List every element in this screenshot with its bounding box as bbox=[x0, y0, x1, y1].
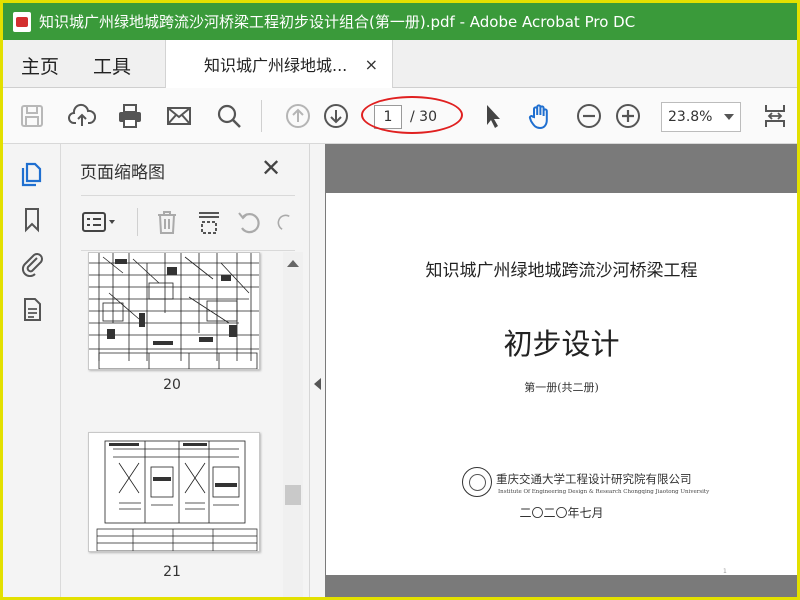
tab-document[interactable]: 知识城广州绿地城... × bbox=[165, 40, 393, 88]
panel-splitter[interactable] bbox=[309, 144, 325, 597]
prev-page-button[interactable] bbox=[283, 101, 313, 131]
rotate-ccw-icon[interactable] bbox=[235, 207, 263, 237]
zoom-out-icon[interactable] bbox=[574, 101, 604, 131]
document-project-name: 知识城广州绿地城跨流沙河桥梁工程 bbox=[425, 261, 698, 281]
mail-icon[interactable] bbox=[164, 101, 194, 131]
tab-home[interactable]: 主页 bbox=[21, 52, 59, 79]
document-page: 知识城广州绿地城跨流沙河桥梁工程 初步设计 第一册(共二册) 重庆交通大学工程设… bbox=[326, 193, 797, 575]
thumbnail-toolbar bbox=[81, 195, 295, 251]
page-thumbnail-20[interactable] bbox=[88, 252, 260, 370]
scrollbar-thumb[interactable] bbox=[285, 485, 301, 505]
tab-tools[interactable]: 工具 bbox=[93, 52, 131, 79]
zoom-in-icon[interactable] bbox=[613, 101, 643, 131]
red-annotation-ellipse bbox=[361, 96, 463, 134]
hand-icon[interactable] bbox=[525, 101, 555, 131]
attachment-icon[interactable] bbox=[17, 248, 47, 278]
chevron-down-icon bbox=[724, 114, 734, 120]
panel-separator bbox=[137, 208, 138, 236]
toolbar-separator bbox=[261, 100, 262, 132]
thumbnail-list: 20 21 bbox=[61, 252, 283, 597]
page-thumbnails-icon[interactable] bbox=[17, 158, 47, 188]
rotate-cw-icon[interactable] bbox=[275, 207, 295, 237]
delete-icon[interactable] bbox=[153, 207, 181, 237]
next-page-button[interactable] bbox=[321, 101, 351, 131]
thumbnail-options-icon[interactable] bbox=[81, 207, 121, 237]
document-company: 重庆交通大学工程设计研究院有限公司 bbox=[496, 472, 692, 486]
title-bar: 知识城广州绿地城跨流沙河桥梁工程初步设计组合(第一册).pdf - Adobe … bbox=[3, 3, 797, 40]
document-properties-icon[interactable] bbox=[17, 294, 47, 324]
zoom-select[interactable]: 23.8% bbox=[661, 102, 741, 132]
tab-row: 主页 工具 知识城广州绿地城... × bbox=[3, 40, 797, 88]
company-logo-icon bbox=[462, 467, 492, 497]
fit-page-icon[interactable] bbox=[760, 101, 790, 131]
document-main-title: 初步设计 bbox=[503, 327, 620, 361]
document-view[interactable]: 知识城广州绿地城跨流沙河桥梁工程 初步设计 第一册(共二册) 重庆交通大学工程设… bbox=[325, 144, 797, 597]
printer-icon[interactable] bbox=[115, 101, 145, 131]
thumbnail-page-label: 21 bbox=[163, 564, 181, 580]
collapse-arrow-icon[interactable] bbox=[314, 378, 321, 390]
document-tab-title: 知识城广州绿地城... bbox=[204, 56, 348, 75]
page-thumbnail-21[interactable] bbox=[88, 432, 260, 552]
thumbnail-scrollbar[interactable] bbox=[283, 252, 303, 597]
document-volume: 第一册(共二册) bbox=[524, 381, 599, 394]
page-footer-number: 1 bbox=[723, 568, 727, 575]
navigation-rail bbox=[3, 144, 61, 597]
acrobat-window: 知识城广州绿地城跨流沙河桥梁工程初步设计组合(第一册).pdf - Adobe … bbox=[0, 0, 800, 600]
search-icon[interactable] bbox=[214, 101, 244, 131]
document-company-english: Institute Of Engineering Design & Resear… bbox=[498, 489, 710, 495]
thumbnail-page-label: 20 bbox=[163, 377, 181, 393]
page-thumbnails-panel: 页面缩略图 ✕ 20 21 bbox=[61, 144, 309, 597]
scroll-up-arrow-icon[interactable] bbox=[287, 260, 299, 267]
document-date: 二〇二〇年七月 bbox=[519, 506, 604, 520]
save-icon[interactable] bbox=[17, 101, 47, 131]
acrobat-logo-icon bbox=[13, 11, 31, 32]
extract-icon[interactable] bbox=[195, 207, 223, 237]
cloud-upload-icon[interactable] bbox=[67, 101, 97, 131]
zoom-value: 23.8% bbox=[668, 109, 713, 125]
close-panel-button[interactable]: ✕ bbox=[261, 154, 281, 182]
cursor-icon[interactable] bbox=[477, 101, 507, 131]
panel-title: 页面缩略图 bbox=[80, 163, 165, 183]
bookmark-icon[interactable] bbox=[17, 204, 47, 234]
main-toolbar: 1 / 30 23.8% bbox=[3, 88, 797, 144]
window-title: 知识城广州绿地城跨流沙河桥梁工程初步设计组合(第一册).pdf - Adobe … bbox=[39, 13, 636, 31]
close-tab-button[interactable]: × bbox=[365, 55, 378, 74]
